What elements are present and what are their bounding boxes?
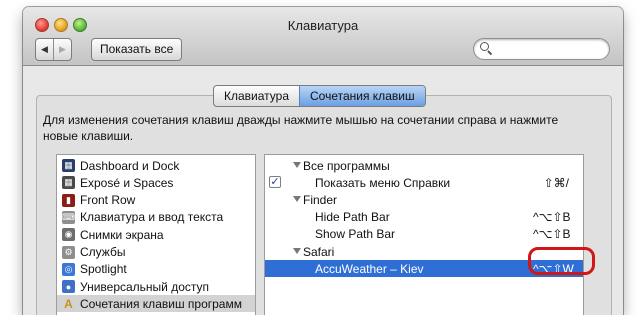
shortcut-row[interactable]: Show Path Bar ^⌥⇧B [265, 226, 583, 243]
keyboard-icon: ⌨ [62, 210, 75, 224]
shortcut-label: Safari [303, 244, 335, 259]
disclosure-triangle-icon[interactable] [293, 248, 301, 254]
search-icon [480, 42, 489, 51]
shortcut-keys[interactable]: ^⌥⇧B [533, 227, 571, 241]
shortcut-row[interactable]: Hide Path Bar ^⌥⇧B [265, 209, 583, 226]
shortcut-label: Показать меню Справки [315, 175, 451, 190]
category-label: Универсальный доступ [80, 279, 210, 294]
show-all-button[interactable]: Показать все [91, 38, 183, 61]
tab-bar: Клавиатура Сочетания клавиш [213, 85, 426, 107]
category-item[interactable]: A Сочетания клавиш программ [57, 295, 255, 313]
accessibility-icon: ● [62, 280, 75, 294]
shortcut-label: Все программы [303, 158, 390, 173]
title-bar: Клавиатура ◀ ▶ Показать все [23, 7, 623, 66]
category-label: Службы [80, 245, 126, 259]
shortcut-row[interactable]: ✓ Показать меню Справки ⇧⌘/ [265, 174, 583, 191]
nav-buttons: ◀ ▶ [35, 38, 72, 61]
preferences-window: Клавиатура ◀ ▶ Показать все Клавиатура С… [23, 7, 623, 315]
annotation-circle [528, 247, 595, 275]
category-label: Клавиатура и ввод текста [80, 210, 224, 225]
category-list: ▦ Dashboard и Dock ▦ Exposé и Spaces ▮ Front … [56, 154, 256, 315]
shortcut-label: Hide Path Bar [315, 210, 390, 225]
services-icon: ⚙ [62, 245, 75, 259]
back-button[interactable]: ◀ [36, 39, 53, 60]
category-item[interactable]: ▦ Exposé и Spaces [57, 174, 255, 191]
back-arrow-icon: ◀ [41, 44, 48, 54]
category-item[interactable]: ● Универсальный доступ [57, 278, 255, 295]
shortcut-group-row[interactable]: Все программы [265, 157, 583, 174]
forward-button[interactable]: ▶ [53, 39, 71, 60]
enable-checkbox[interactable]: ✓ [269, 176, 281, 189]
tab-keyboard[interactable]: Клавиатура [214, 86, 299, 106]
category-item[interactable]: ⌨ Клавиатура и ввод текста [57, 209, 255, 226]
category-label: Dashboard и Dock [80, 158, 180, 173]
front-row-icon: ▮ [62, 193, 75, 207]
disclosure-triangle-icon[interactable] [293, 196, 301, 203]
category-item[interactable]: ⚙ Службы [57, 244, 255, 261]
shortcut-keys[interactable]: ^⌥⇧B [533, 210, 571, 224]
spotlight-icon: ◎ [62, 262, 75, 276]
category-label: Снимки экрана [80, 227, 164, 242]
screenshot-icon: ◉ [62, 228, 75, 242]
category-label: Front Row [80, 193, 136, 208]
category-label: Spotlight [80, 262, 127, 277]
category-item[interactable]: ◎ Spotlight [57, 261, 255, 278]
window-title: Клавиатура [287, 18, 359, 33]
category-label: Exposé и Spaces [80, 175, 174, 190]
shortcut-label: AccuWeather – Kiev [315, 261, 424, 276]
category-item[interactable]: ◉ Снимки экрана [57, 226, 255, 243]
shortcut-keys[interactable]: ⇧⌘/ [533, 176, 569, 190]
shortcut-list: Все программы ✓ Показать меню Справки ⇧⌘/ Fi… [264, 154, 584, 315]
shortcut-label: Show Path Bar [315, 227, 396, 242]
shortcut-label: Finder [303, 192, 338, 207]
category-item[interactable]: ▦ Dashboard и Dock [57, 157, 255, 174]
category-item[interactable]: ▮ Front Row [57, 192, 255, 209]
dashboard-icon: ▦ [62, 159, 75, 172]
expose-icon: ▦ [62, 176, 75, 190]
category-label: Сочетания клавиш программ [80, 296, 242, 311]
disclosure-triangle-icon[interactable] [293, 162, 301, 168]
search-field[interactable] [473, 38, 610, 60]
shortcut-group-row[interactable]: Finder [265, 191, 583, 208]
tab-shortcuts[interactable]: Сочетания клавиш [299, 86, 425, 106]
forward-arrow-icon: ▶ [59, 44, 66, 54]
instructions-text: Для изменения сочетания клавиш дважды на… [43, 113, 559, 143]
app-shortcuts-icon: A [64, 296, 73, 311]
